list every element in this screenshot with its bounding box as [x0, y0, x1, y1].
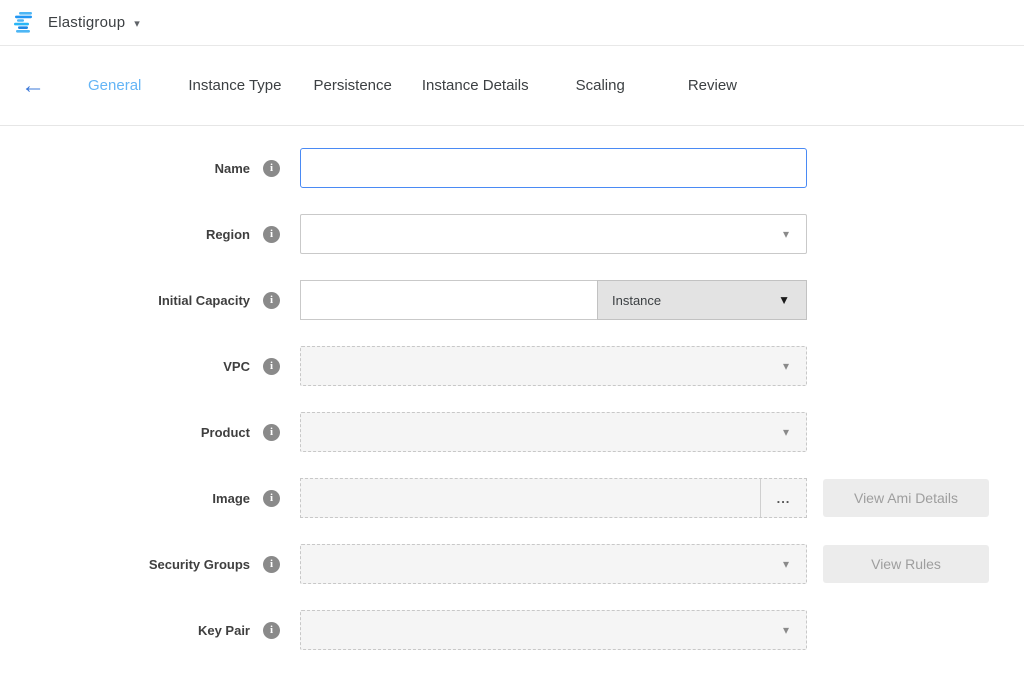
wizard-tabs: General Instance Type Persistence Instan…: [88, 77, 737, 94]
info-icon[interactable]: i: [263, 622, 280, 639]
tab-instance-details[interactable]: Instance Details: [422, 77, 529, 94]
tab-instance-type[interactable]: Instance Type: [188, 77, 281, 94]
form-row-region: Region i ▾: [0, 214, 1024, 254]
tab-review[interactable]: Review: [688, 77, 737, 94]
region-select[interactable]: ▾: [300, 214, 807, 254]
initial-capacity-input[interactable]: [300, 280, 597, 320]
app-switcher-chevron-down-icon[interactable]: ▾: [134, 17, 140, 30]
image-picker-field: ...: [300, 478, 807, 518]
vpc-select: ▾: [300, 346, 807, 386]
app-header: Elastigroup ▾: [0, 0, 1024, 46]
form-row-name: Name i: [0, 148, 1024, 188]
initial-capacity-label: Initial Capacity: [0, 293, 250, 308]
info-icon[interactable]: i: [263, 358, 280, 375]
app-title: Elastigroup: [48, 14, 125, 31]
general-settings-form: Name i Region i ▾ Initial Capacity i Ins…: [0, 126, 1024, 650]
region-label: Region: [0, 227, 250, 242]
form-row-vpc: VPC i ▾: [0, 346, 1024, 386]
key-pair-label: Key Pair: [0, 623, 250, 638]
name-input[interactable]: [300, 148, 807, 188]
form-row-initial-capacity: Initial Capacity i Instance ▼: [0, 280, 1024, 320]
name-label: Name: [0, 161, 250, 176]
info-icon[interactable]: i: [263, 160, 280, 177]
chevron-down-icon: ▾: [783, 558, 789, 570]
form-row-security-groups: Security Groups i ▾ View Rules: [0, 544, 1024, 584]
product-label: Product: [0, 425, 250, 440]
vpc-label: VPC: [0, 359, 250, 374]
elastigroup-logo-icon: [14, 12, 38, 34]
form-row-key-pair: Key Pair i ▾: [0, 610, 1024, 650]
view-rules-button[interactable]: View Rules: [823, 545, 989, 583]
info-icon[interactable]: i: [263, 556, 280, 573]
image-label: Image: [0, 491, 250, 506]
info-icon[interactable]: i: [263, 424, 280, 441]
capacity-unit-value: Instance: [612, 293, 661, 308]
security-groups-select: ▾: [300, 544, 807, 584]
tab-persistence[interactable]: Persistence: [314, 77, 392, 94]
image-browse-button[interactable]: ...: [760, 479, 806, 517]
info-icon[interactable]: i: [263, 292, 280, 309]
info-icon[interactable]: i: [263, 226, 280, 243]
capacity-unit-select[interactable]: Instance ▼: [597, 280, 807, 320]
tab-general[interactable]: General: [88, 77, 141, 94]
product-select: ▾: [300, 412, 807, 452]
form-row-image: Image i ... View Ami Details: [0, 478, 1024, 518]
image-picker-value: [301, 479, 760, 517]
security-groups-label: Security Groups: [0, 557, 250, 572]
key-pair-select: ▾: [300, 610, 807, 650]
chevron-down-icon: ▾: [783, 426, 789, 438]
view-ami-details-button[interactable]: View Ami Details: [823, 479, 989, 517]
chevron-down-icon: ▾: [783, 228, 789, 240]
form-row-product: Product i ▾: [0, 412, 1024, 452]
chevron-down-icon: ▾: [783, 624, 789, 636]
tab-scaling[interactable]: Scaling: [576, 77, 625, 94]
chevron-down-icon: ▼: [778, 293, 790, 307]
chevron-down-icon: ▾: [783, 360, 789, 372]
info-icon[interactable]: i: [263, 490, 280, 507]
wizard-tabbar: ← General Instance Type Persistence Inst…: [0, 46, 1024, 126]
back-arrow-icon[interactable]: ←: [21, 74, 47, 98]
